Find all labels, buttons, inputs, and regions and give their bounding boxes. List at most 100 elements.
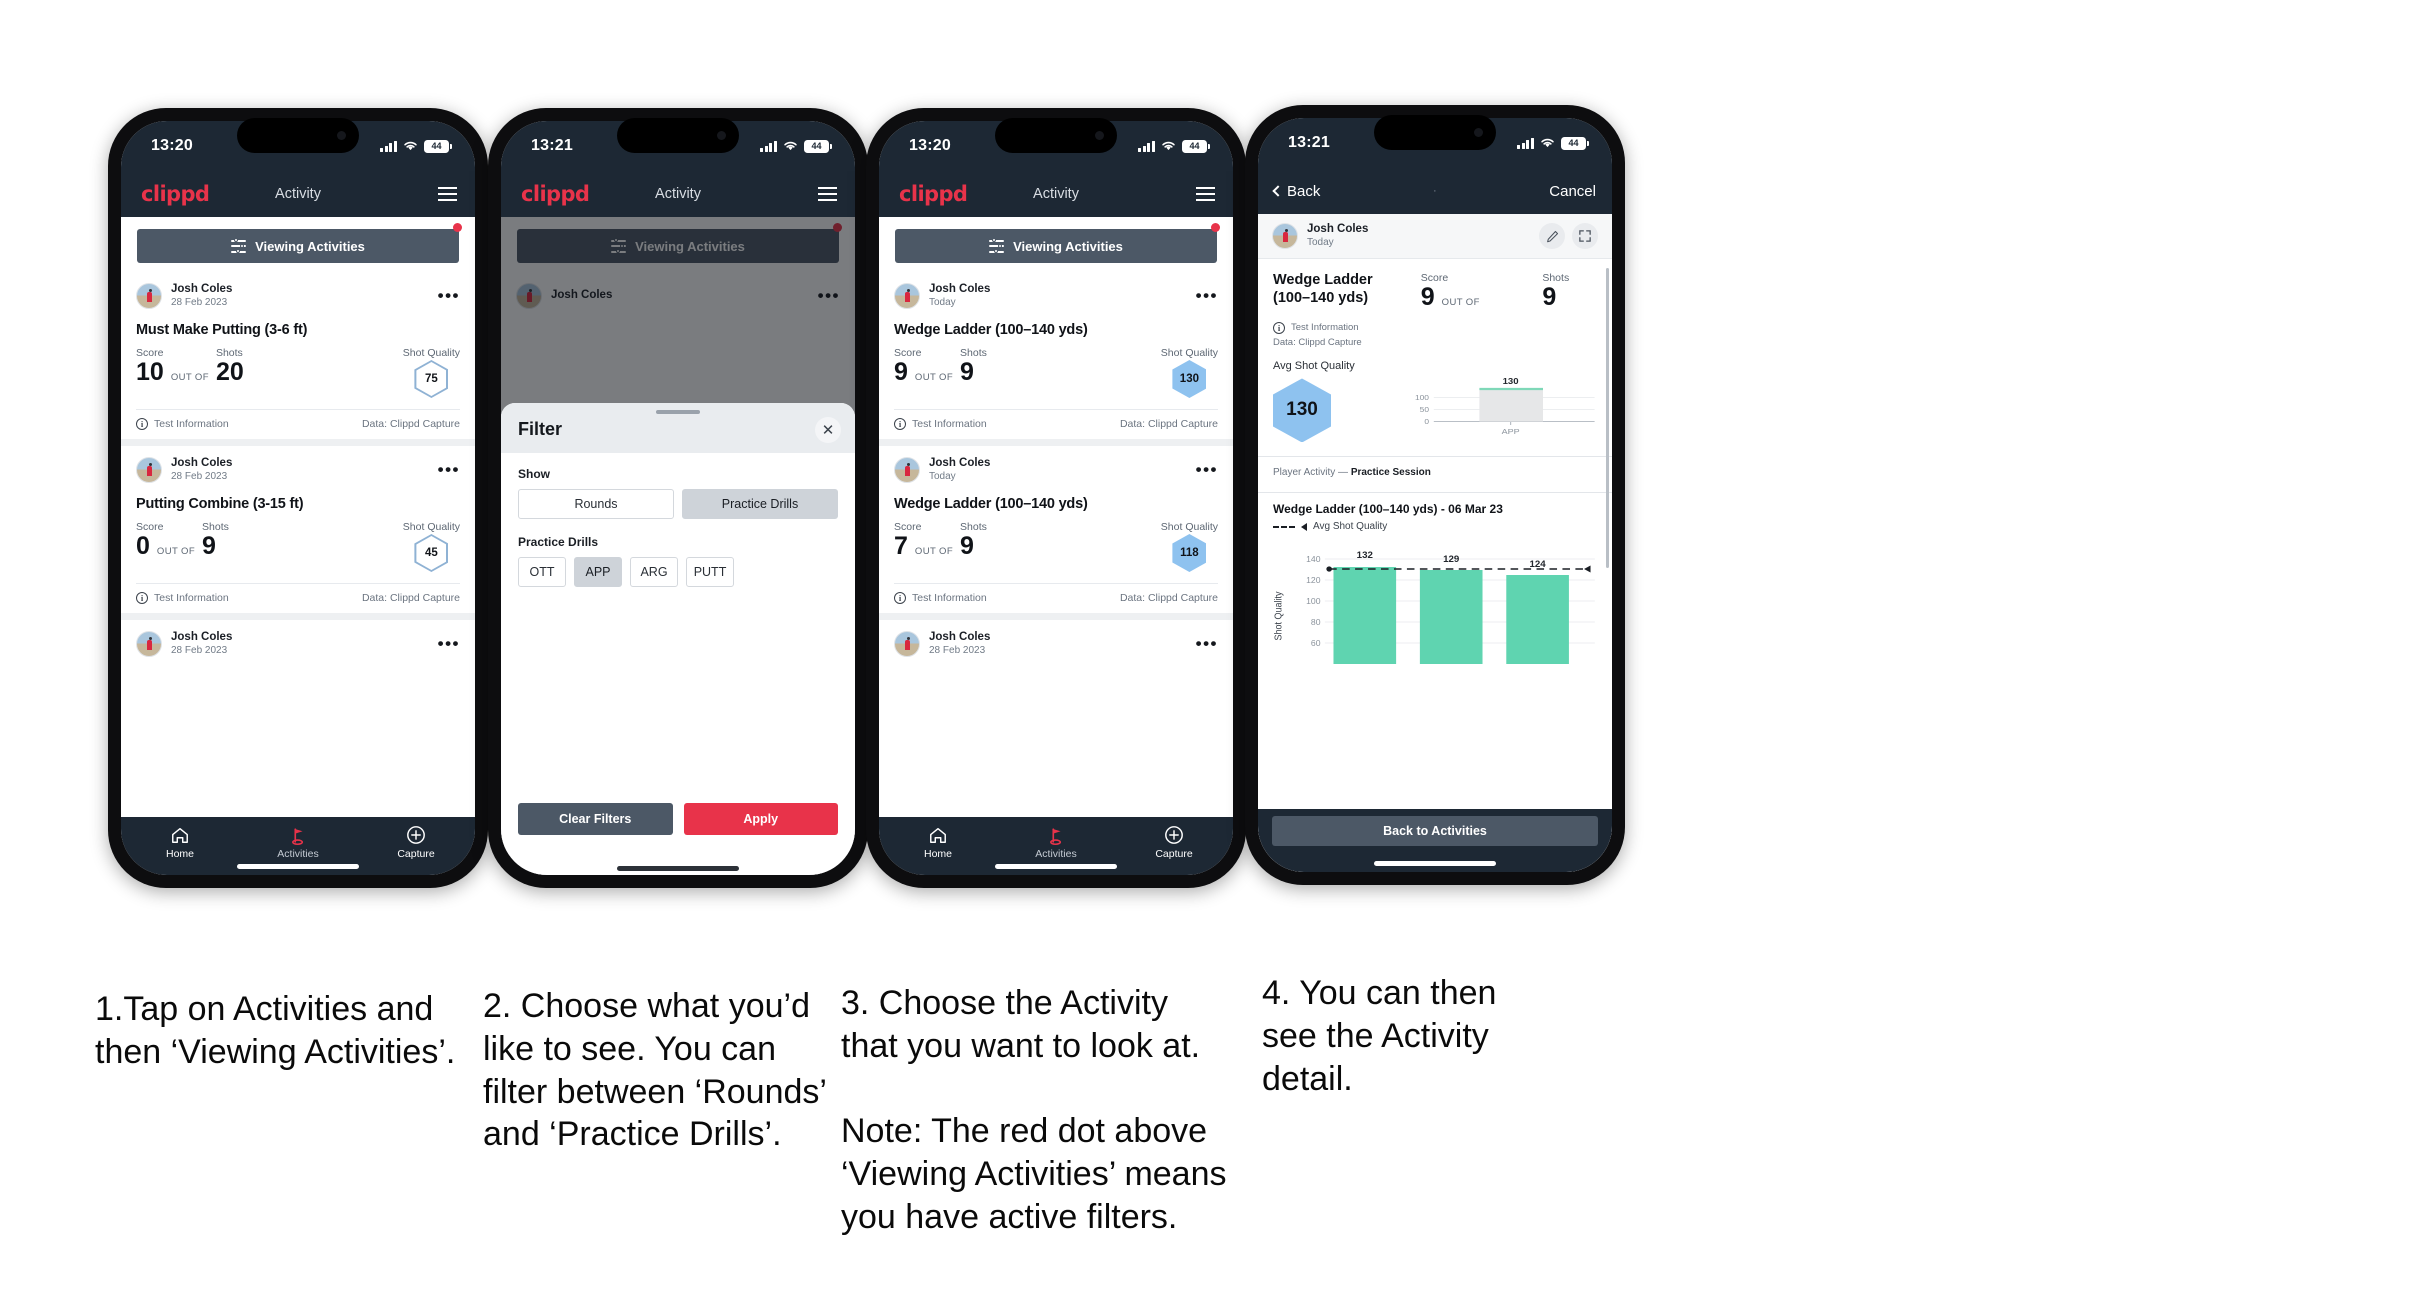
card-footer: i Test Information Data: Clippd Capture xyxy=(136,583,460,613)
activity-date: Today xyxy=(929,296,956,308)
battery-icon: 44 xyxy=(804,139,832,153)
svg-text:50: 50 xyxy=(1420,406,1429,414)
camera-lens xyxy=(717,131,726,140)
tab-activities[interactable]: Activities xyxy=(997,824,1115,860)
back-button[interactable]: Back xyxy=(1272,183,1320,200)
avg-shot-quality-hexagon: 130 xyxy=(1273,378,1331,443)
sheet-body: Show Rounds Practice Drills Practice Dri… xyxy=(501,453,855,803)
filter-chip-arg[interactable]: ARG xyxy=(630,557,678,587)
card-menu-icon[interactable]: ••• xyxy=(438,635,460,651)
tab-label: Home xyxy=(923,848,952,860)
mini-chart-svg: 100 50 0 130 APP xyxy=(1415,377,1595,436)
notch xyxy=(1374,115,1496,150)
viewing-activities-bar: Viewing Activities xyxy=(121,217,475,272)
activity-card[interactable]: Josh Coles Today ••• Wedge Ladder (100–1… xyxy=(879,446,1233,613)
shot-quality-label: Shot Quality xyxy=(1160,347,1218,359)
activities-screen: Viewing Activities Josh Coles Today ••• xyxy=(879,217,1233,817)
score-metric: Score 9 OUT OF xyxy=(894,347,960,385)
filter-chip-ott[interactable]: OTT xyxy=(518,557,566,587)
camera-lens xyxy=(337,131,346,140)
card-menu-icon[interactable]: ••• xyxy=(438,461,460,477)
activity-card[interactable]: Josh Coles 28 Feb 2023 ••• Must Make Put… xyxy=(121,272,475,439)
tab-home[interactable]: Home xyxy=(879,824,997,860)
card-menu-icon[interactable]: ••• xyxy=(1196,287,1218,303)
score-value: 9 xyxy=(1420,283,1435,311)
card-header: Josh Coles Today ••• xyxy=(894,272,1218,313)
tab-capture[interactable]: Capture xyxy=(357,824,475,860)
hamburger-icon[interactable] xyxy=(818,187,837,201)
battery-icon: 44 xyxy=(1561,136,1589,150)
detail-summary: Wedge Ladder (100–140 yds) Score 9 OUT OF… xyxy=(1258,259,1612,316)
chip-label: Rounds xyxy=(574,497,618,511)
navbar-center-dot: · xyxy=(1432,185,1437,197)
viewing-activities-button[interactable]: Viewing Activities xyxy=(137,229,459,263)
bottom-tab-bar: Home Activities Capture xyxy=(879,817,1233,875)
card-menu-icon[interactable]: ••• xyxy=(1196,635,1218,651)
shot-quality-value: 130 xyxy=(1179,373,1199,385)
avatar xyxy=(136,457,162,483)
activity-card[interactable]: Josh Coles 28 Feb 2023 ••• Putting Combi… xyxy=(121,446,475,613)
chip-label: OTT xyxy=(529,565,555,579)
tab-home[interactable]: Home xyxy=(121,824,239,860)
scrollbar[interactable] xyxy=(1606,268,1609,568)
activity-date: 28 Feb 2023 xyxy=(929,644,986,656)
card-menu-icon[interactable]: ••• xyxy=(1196,461,1218,477)
pencil-icon[interactable] xyxy=(1539,223,1565,249)
activity-card-list: Josh Coles 28 Feb 2023 ••• Must Make Put… xyxy=(121,272,475,673)
activity-date: 28 Feb 2023 xyxy=(171,296,228,308)
shot-quality-metric: Shot Quality 75 xyxy=(403,347,460,398)
clear-filters-button[interactable]: Clear Filters xyxy=(518,803,673,835)
shot-quality-value: 75 xyxy=(416,362,447,396)
notch xyxy=(617,118,739,153)
shot-quality-value: 45 xyxy=(416,536,447,570)
avatar xyxy=(894,283,920,309)
cancel-button[interactable]: Cancel xyxy=(1549,183,1596,200)
activity-card[interactable]: Josh Coles Today ••• Wedge Ladder (100–1… xyxy=(879,272,1233,439)
chip-label: ARG xyxy=(640,565,668,579)
drag-handle[interactable] xyxy=(656,410,700,414)
phone-2-filter-sheet: 13:21 44 clippd Activity Viewing Activit… xyxy=(488,108,868,888)
practice-drills-section-label: Practice Drills xyxy=(518,535,599,549)
shots-metric: Shots 20 xyxy=(216,347,244,385)
activity-date: 28 Feb 2023 xyxy=(171,470,228,482)
filter-sliders-icon xyxy=(989,238,1005,253)
data-source-label: Data: Clippd Capture xyxy=(361,592,460,604)
expand-icon[interactable] xyxy=(1572,223,1598,249)
filter-sliders-icon xyxy=(231,238,247,253)
info-icon: i xyxy=(894,418,906,430)
sheet-title: Filter xyxy=(518,419,563,439)
filter-chip-app[interactable]: APP xyxy=(574,557,622,587)
hamburger-icon[interactable] xyxy=(438,187,457,201)
viewing-activities-label: Viewing Activities xyxy=(255,238,365,254)
shot-quality-label: Shot Quality xyxy=(402,347,460,359)
home-icon xyxy=(879,824,997,846)
tab-capture[interactable]: Capture xyxy=(1115,824,1233,860)
tab-label: Capture xyxy=(1155,848,1193,860)
info-icon: i xyxy=(136,592,148,604)
filter-chip-putt[interactable]: PUTT xyxy=(686,557,734,587)
viewing-activities-button[interactable]: Viewing Activities xyxy=(895,229,1217,263)
apply-button[interactable]: Apply xyxy=(683,803,838,835)
hamburger-icon[interactable] xyxy=(1196,187,1215,201)
metrics-row: Score 0 OUT OF Shots 9 Shot Quality 45 xyxy=(136,514,460,583)
close-icon[interactable]: ✕ xyxy=(815,417,841,443)
tab-activities[interactable]: Activities xyxy=(239,824,357,860)
score-value: 0 xyxy=(136,532,150,560)
user-name: Josh Coles xyxy=(171,631,233,644)
activity-card-partial[interactable]: Josh Coles 28 Feb 2023 ••• xyxy=(879,620,1233,673)
avg-shot-quality-label: Avg Shot Quality xyxy=(1273,360,1355,373)
filter-chip-rounds[interactable]: Rounds xyxy=(518,489,674,519)
card-menu-icon[interactable]: ••• xyxy=(438,287,460,303)
filter-chip-practice-drills[interactable]: Practice Drills xyxy=(682,489,838,519)
activity-card-partial[interactable]: Josh Coles 28 Feb 2023 ••• xyxy=(121,620,475,673)
out-of-label: OUT OF xyxy=(156,546,196,557)
out-of-label: OUT OF xyxy=(1441,297,1480,308)
shot-quality-hexagon: 130 xyxy=(1172,360,1207,398)
status-time: 13:21 xyxy=(531,137,573,154)
svg-text:130: 130 xyxy=(1503,377,1519,386)
avatar xyxy=(136,631,162,657)
shots-value: 20 xyxy=(215,358,244,386)
app-header: clippd Activity xyxy=(121,171,475,217)
home-indicator xyxy=(617,866,739,871)
back-to-activities-button[interactable]: Back to Activities xyxy=(1272,816,1598,846)
